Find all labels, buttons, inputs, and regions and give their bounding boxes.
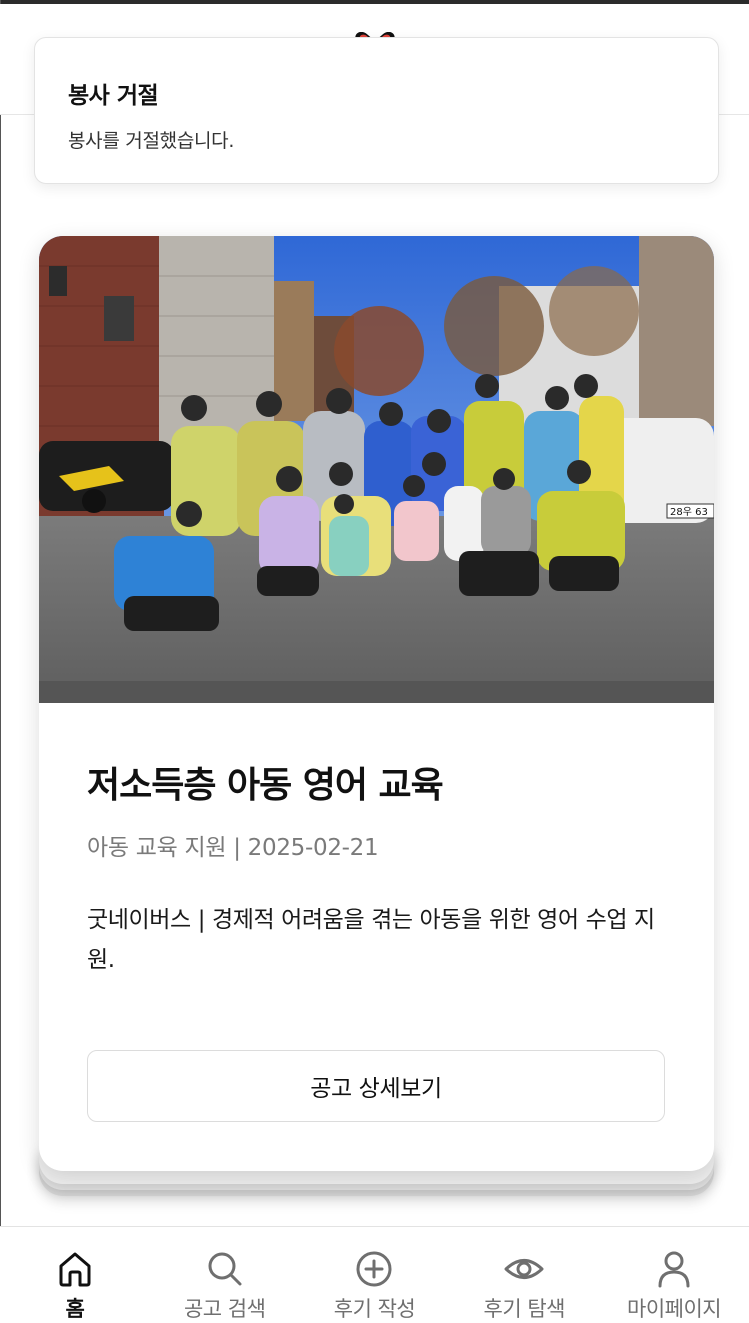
nav-item-home[interactable]: 홈 xyxy=(0,1227,150,1323)
card-description: 굿네이버스 | 경제적 어려움을 겪는 아동을 위한 영어 수업 지원. xyxy=(87,907,655,973)
search-icon xyxy=(205,1249,245,1289)
nav-item-explore-reviews[interactable]: 후기 탐색 xyxy=(449,1227,599,1323)
bottom-navigation: 홈 공고 검색 후기 작성 후기 탐색 마이페이지 xyxy=(0,1226,749,1323)
window-border xyxy=(0,0,1,1323)
nav-item-write-review[interactable]: 후기 작성 xyxy=(300,1227,450,1323)
nav-item-search[interactable]: 공고 검색 xyxy=(150,1227,300,1323)
volunteer-group-photo: 28우 63 xyxy=(39,236,714,703)
eye-icon xyxy=(504,1249,544,1289)
nav-label-write-review: 후기 작성 xyxy=(333,1297,416,1321)
nav-label-home: 홈 xyxy=(65,1297,85,1321)
card-meta: 아동 교육 지원 | 2025-02-21 xyxy=(87,835,379,861)
svg-text:28우 63: 28우 63 xyxy=(670,506,708,518)
view-detail-button[interactable]: 공고 상세보기 xyxy=(87,1050,665,1122)
nav-item-mypage[interactable]: 마이페이지 xyxy=(599,1227,749,1323)
home-icon xyxy=(55,1249,95,1289)
nav-label-explore-reviews: 후기 탐색 xyxy=(483,1297,566,1321)
toast-title: 봉사 거절 xyxy=(68,83,159,109)
volunteer-card[interactable]: 28우 63 저소득층 아동 영어 교육 아동 교육 지원 | 2025-02-… xyxy=(39,236,714,1171)
notification-toast[interactable]: 봉사 거절 봉사를 거절했습니다. xyxy=(34,37,719,184)
plus-circle-icon xyxy=(354,1249,394,1289)
person-icon xyxy=(654,1249,694,1289)
card-title: 저소득층 아동 영어 교육 xyxy=(87,765,444,806)
nav-label-search: 공고 검색 xyxy=(183,1297,266,1321)
nav-label-mypage: 마이페이지 xyxy=(627,1297,722,1321)
toast-message: 봉사를 거절했습니다. xyxy=(68,130,235,152)
